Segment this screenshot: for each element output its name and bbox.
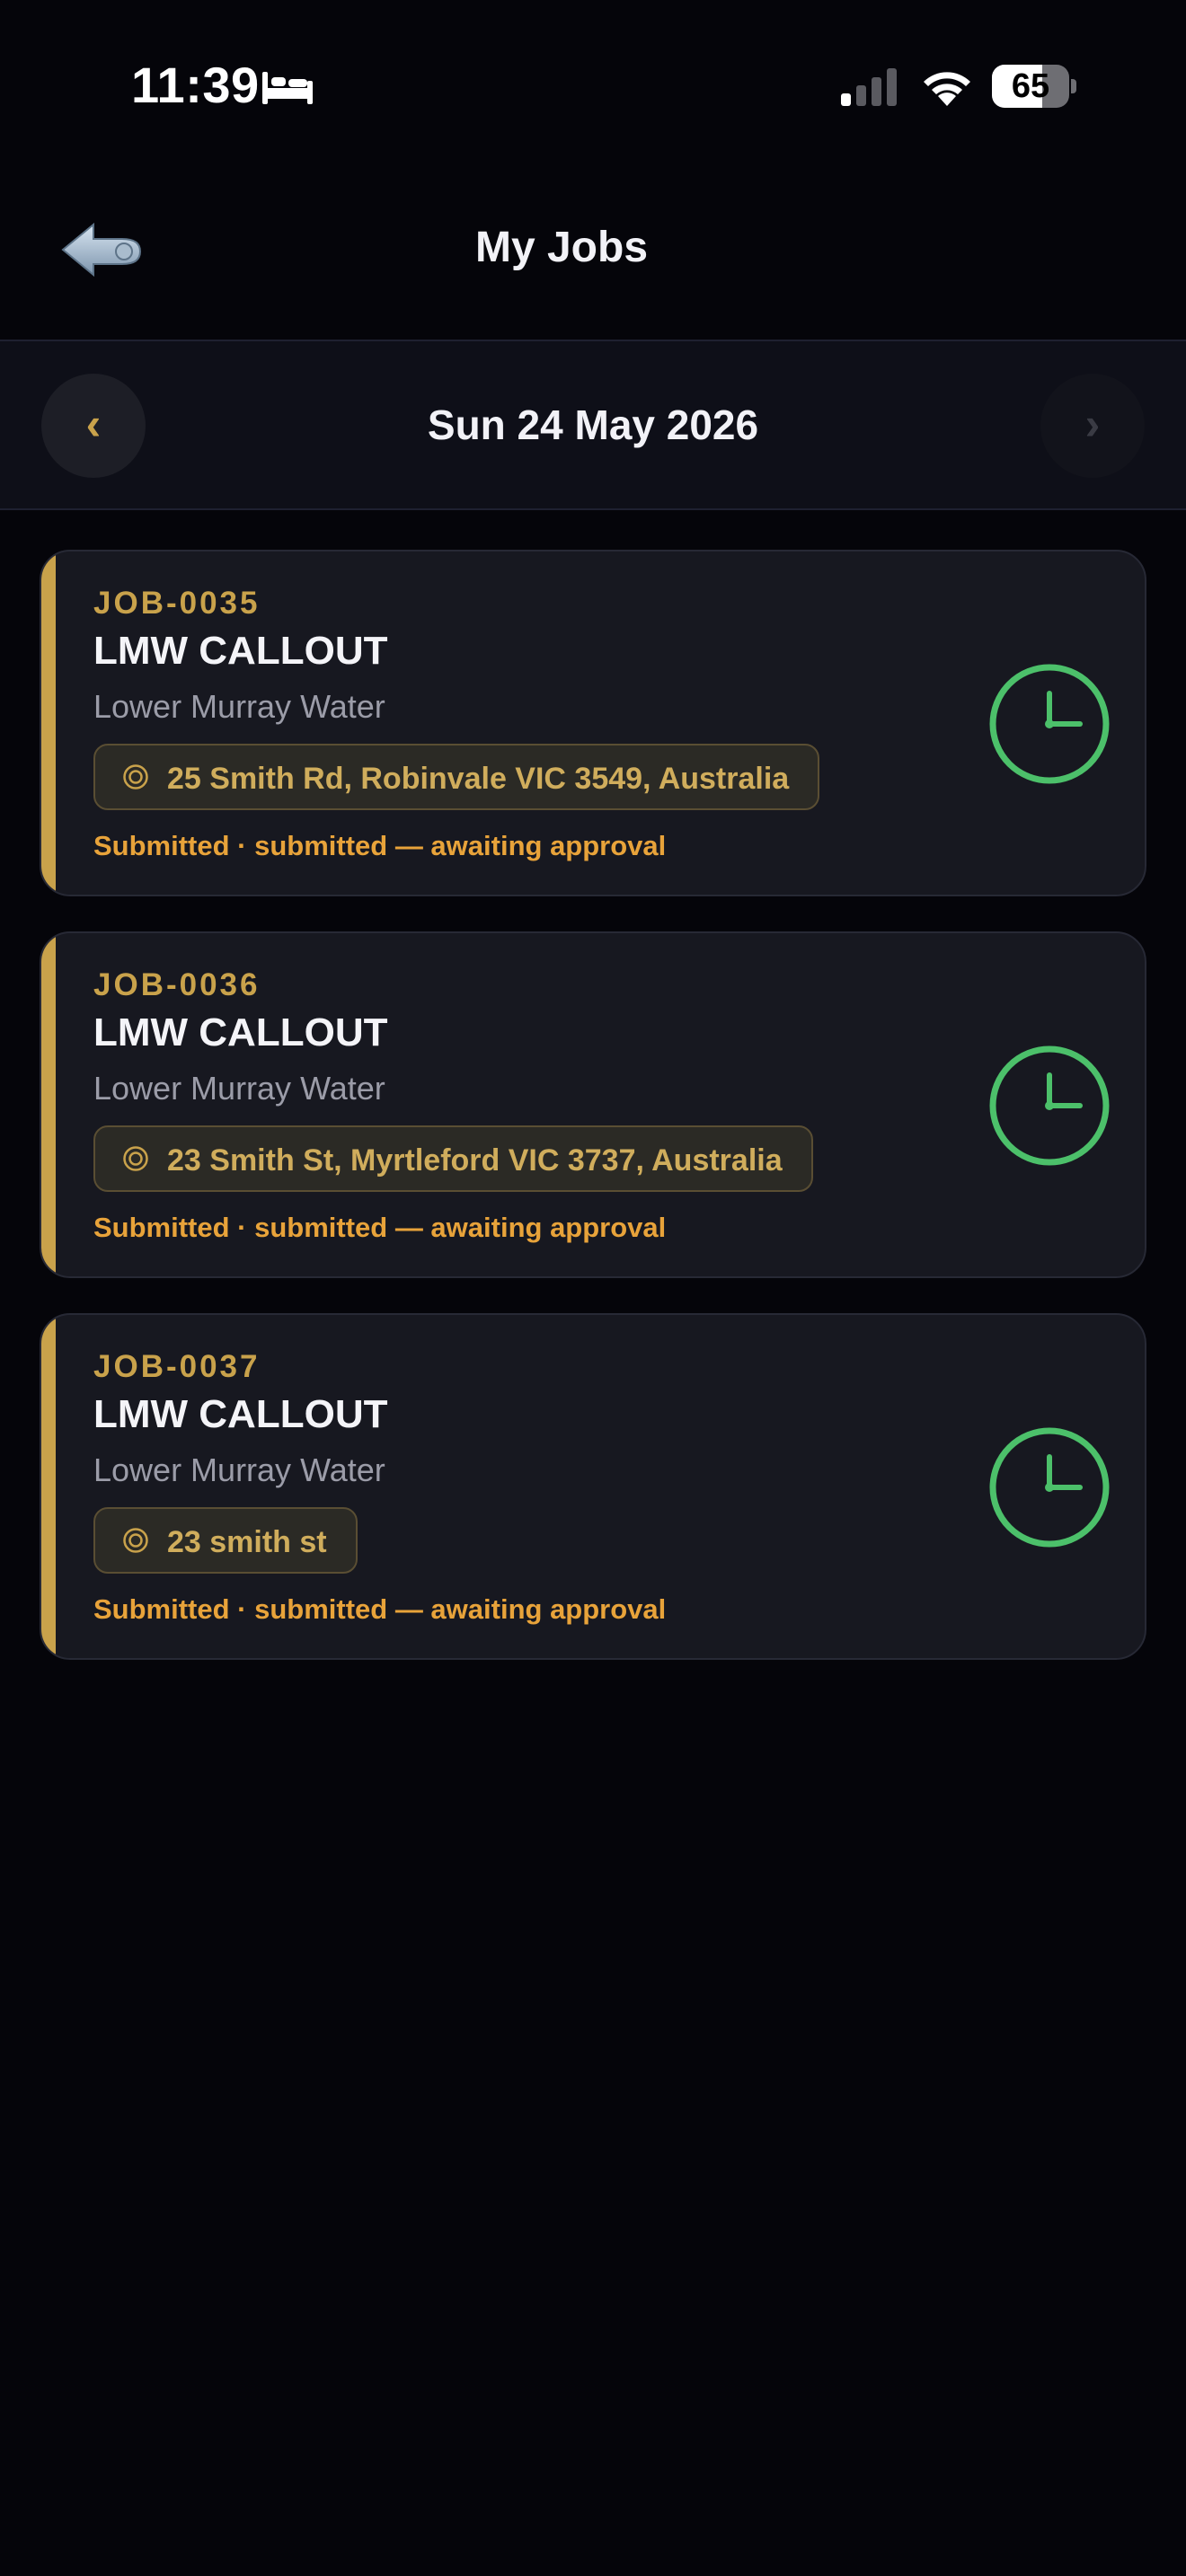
bed-icon <box>262 72 313 104</box>
job-type: LMW CALLOUT <box>93 1010 388 1054</box>
job-status: Submitted · submitted — awaiting approva… <box>93 830 667 861</box>
card-accent-bar <box>41 933 56 1276</box>
job-status: Submitted · submitted — awaiting approva… <box>93 1593 667 1625</box>
address-chip[interactable]: 23 smith st <box>93 1507 358 1574</box>
location-target-icon <box>123 1528 148 1553</box>
job-list: JOB-0035 LMW CALLOUT Lower Murray Water … <box>0 550 1186 1695</box>
battery-nub <box>1071 79 1076 93</box>
clock-icon <box>989 1427 1110 1548</box>
status-time: 11:39 <box>131 57 260 113</box>
next-day-button[interactable]: › <box>1040 374 1145 478</box>
job-address: 25 Smith Rd, Robinvale VIC 3549, Austral… <box>167 762 790 797</box>
job-card[interactable]: JOB-0036 LMW CALLOUT Lower Murray Water … <box>40 931 1146 1278</box>
job-status: Submitted · submitted — awaiting approva… <box>93 1212 667 1243</box>
job-card[interactable]: JOB-0037 LMW CALLOUT Lower Murray Water … <box>40 1313 1146 1660</box>
date-navigator: ‹ Sun 24 May 2026 › <box>0 340 1186 510</box>
battery-level-text: 65 <box>1011 67 1050 105</box>
job-type: LMW CALLOUT <box>93 1392 388 1436</box>
job-card[interactable]: JOB-0035 LMW CALLOUT Lower Murray Water … <box>40 550 1146 896</box>
wifi-icon <box>924 72 970 106</box>
battery-body: 65 <box>992 65 1069 108</box>
current-date: Sun 24 May 2026 <box>427 401 759 448</box>
job-client: Lower Murray Water <box>93 1070 385 1107</box>
clock-icon <box>989 1045 1110 1166</box>
location-target-icon <box>123 764 148 790</box>
location-target-icon <box>123 1146 148 1171</box>
job-client: Lower Murray Water <box>93 1451 385 1488</box>
clock-icon <box>989 664 1110 784</box>
job-client: Lower Murray Water <box>93 688 385 725</box>
job-id: JOB-0035 <box>93 586 261 621</box>
card-accent-bar <box>41 551 56 895</box>
my-jobs-screen: 11:39 65 My Jobs ‹ Sun 24 May 2026 › JOB… <box>0 0 1186 2576</box>
app-header: My Jobs <box>0 171 1186 341</box>
address-chip[interactable]: 23 Smith St, Myrtleford VIC 3737, Austra… <box>93 1125 813 1192</box>
card-accent-bar <box>41 1315 56 1658</box>
job-address: 23 Smith St, Myrtleford VIC 3737, Austra… <box>167 1143 783 1178</box>
status-bar: 11:39 65 <box>0 0 1186 171</box>
battery-icon: 65 <box>992 65 1076 108</box>
job-address: 23 smith st <box>167 1525 327 1560</box>
address-chip[interactable]: 25 Smith Rd, Robinvale VIC 3549, Austral… <box>93 744 820 810</box>
signal-icon <box>841 68 897 106</box>
job-type: LMW CALLOUT <box>93 629 388 673</box>
job-id: JOB-0036 <box>93 967 261 1002</box>
job-id: JOB-0037 <box>93 1349 261 1384</box>
page-title: My Jobs <box>474 224 649 271</box>
